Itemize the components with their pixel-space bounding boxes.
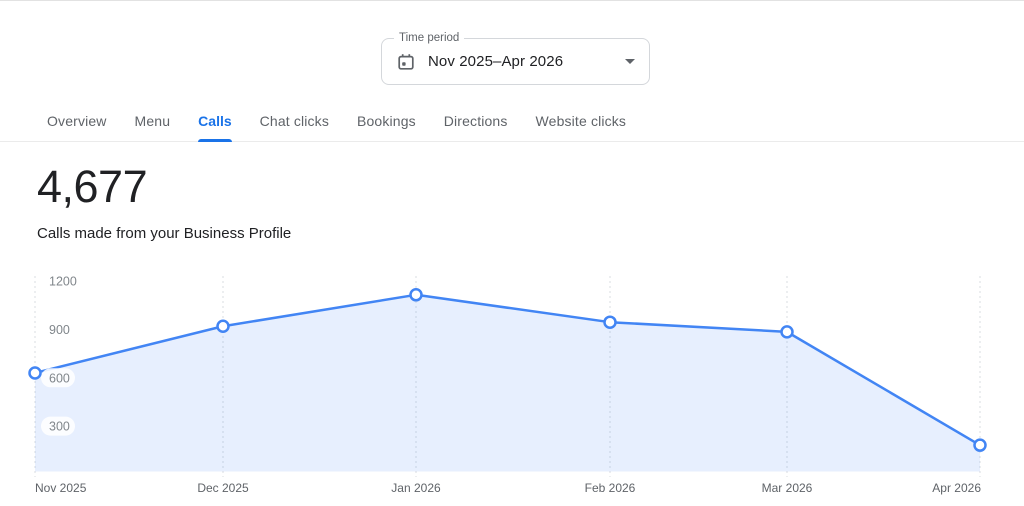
x-tick-label-dec-2025: Dec 2025 <box>197 481 249 495</box>
chart-point-mar-2026[interactable] <box>782 326 793 337</box>
y-tick-label-300: 300 <box>49 420 70 434</box>
calls-line-chart[interactable]: 300 600 900 1200 Nov 2025 Dec 2025 Jan 2026 Feb… <box>0 1 1024 506</box>
y-tick-label-600: 600 <box>49 371 70 385</box>
chart-point-feb-2026[interactable] <box>605 317 616 328</box>
business-profile-performance-page: Time period Nov 2025–Apr 2026 Overview M… <box>0 0 1024 506</box>
chart-point-jan-2026[interactable] <box>411 289 422 300</box>
y-tick-label-900: 900 <box>49 323 70 337</box>
x-tick-label-mar-2026: Mar 2026 <box>762 481 813 495</box>
chart-point-apr-2026[interactable] <box>975 440 986 451</box>
chart-point-nov-2025[interactable] <box>30 367 41 378</box>
chart-area-fill <box>35 295 980 472</box>
chart-point-dec-2025[interactable] <box>218 321 229 332</box>
y-tick-label-1200: 1200 <box>49 275 77 289</box>
x-tick-label-nov-2025: Nov 2025 <box>35 481 87 495</box>
x-tick-label-feb-2026: Feb 2026 <box>585 481 636 495</box>
x-tick-label-jan-2026: Jan 2026 <box>391 481 441 495</box>
x-tick-label-apr-2026: Apr 2026 <box>932 481 981 495</box>
